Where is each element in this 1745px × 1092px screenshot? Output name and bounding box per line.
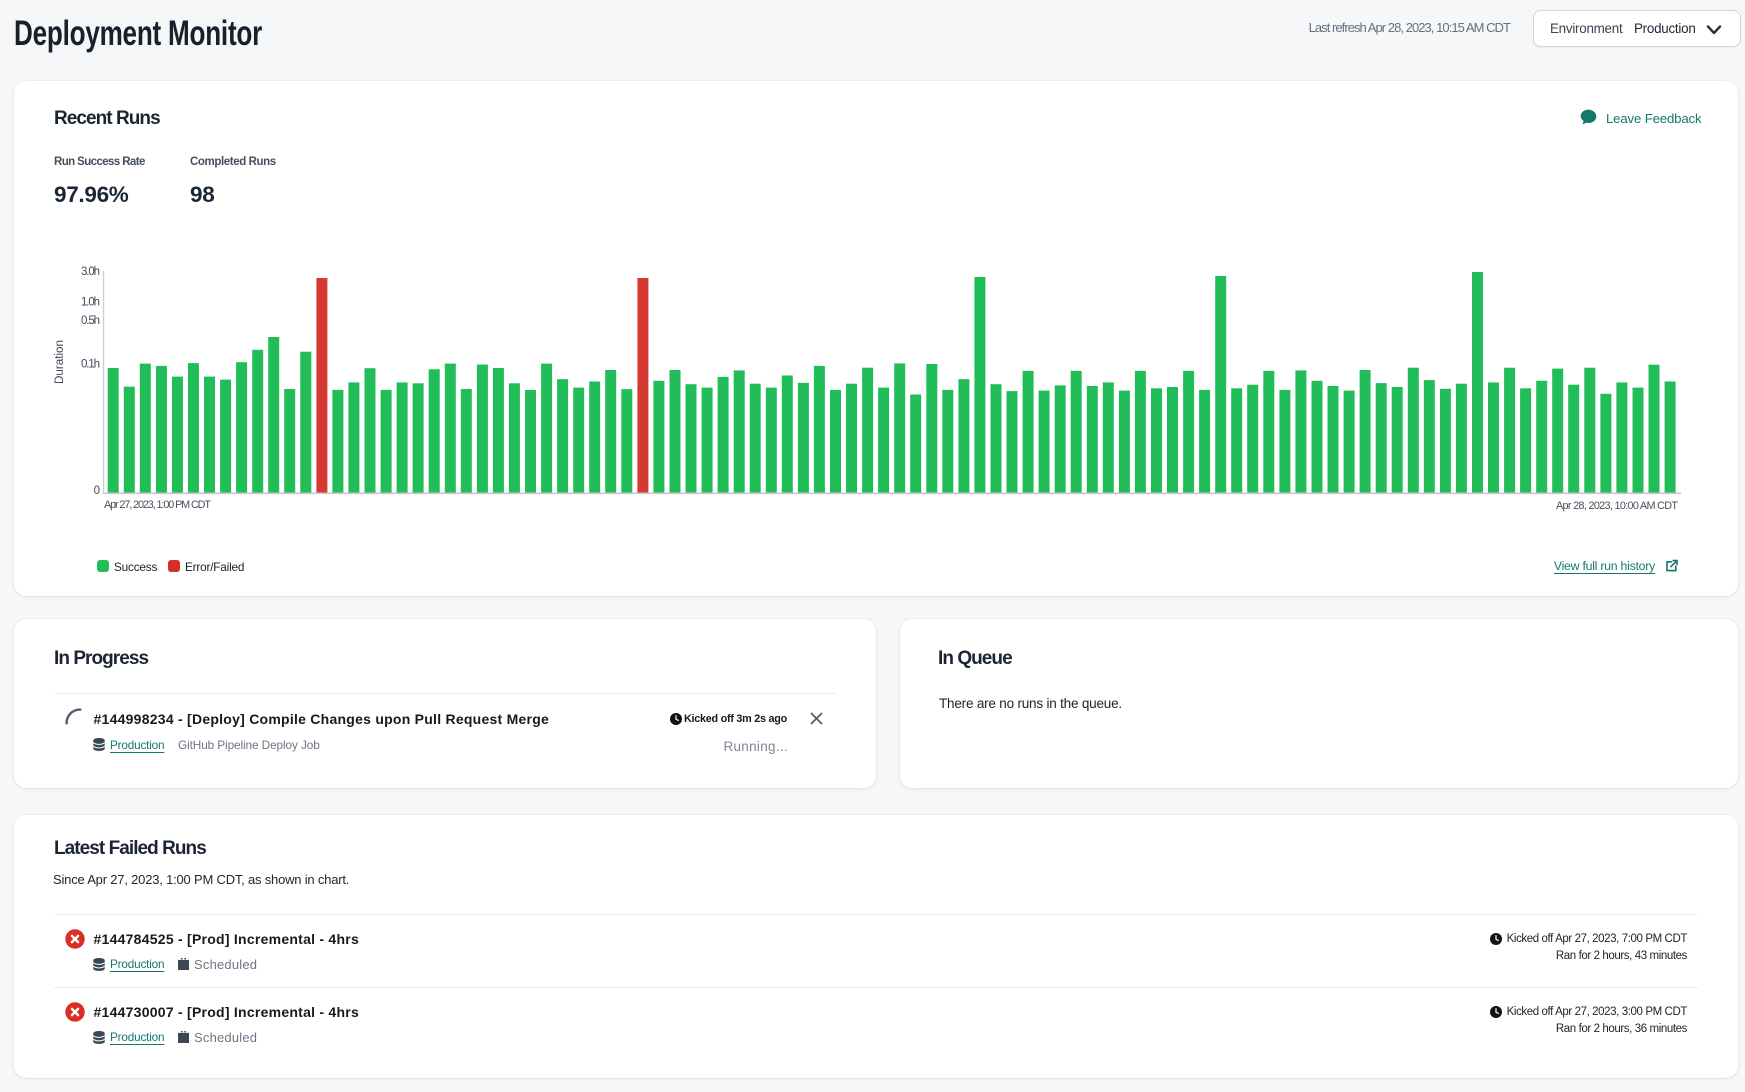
svg-text:3.0h: 3.0h: [81, 266, 100, 278]
svg-text:0.1h: 0.1h: [81, 358, 100, 370]
svg-text:Apr 28, 2023, 10:00 AM CDT: Apr 28, 2023, 10:00 AM CDT: [1556, 500, 1678, 512]
svg-text:Duration: Duration: [54, 340, 66, 384]
svg-text:Apr 27, 2023, 1:00 PM CDT: Apr 27, 2023, 1:00 PM CDT: [104, 499, 211, 511]
svg-text:0.5h: 0.5h: [81, 315, 100, 327]
svg-text:1.0h: 1.0h: [81, 297, 100, 309]
svg-text:0: 0: [94, 485, 100, 497]
